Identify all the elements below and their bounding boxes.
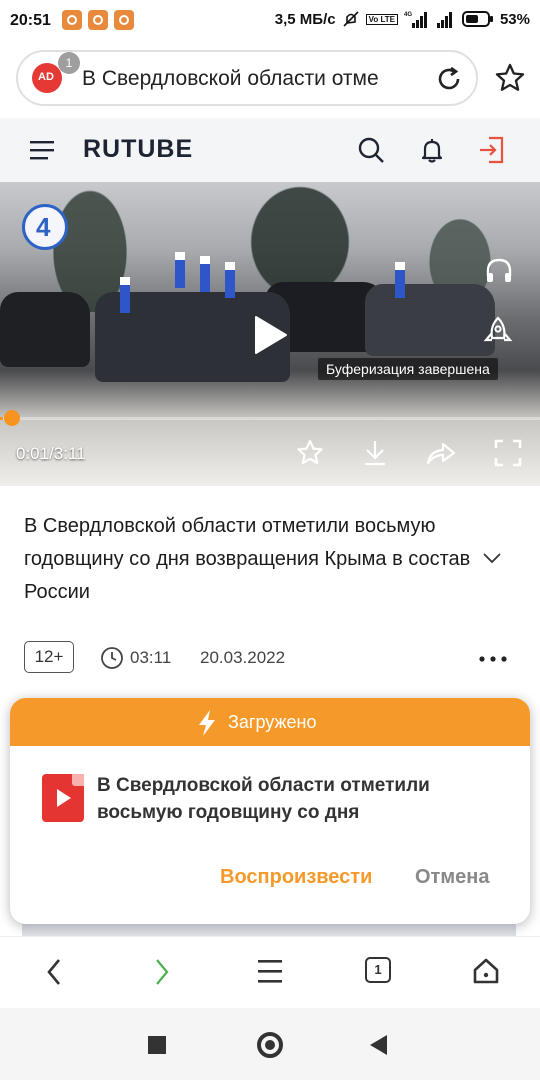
reload-icon[interactable] [434, 64, 464, 94]
clock-icon [101, 647, 123, 669]
browser-bottom-bar: 1 [0, 936, 540, 1009]
play-icon[interactable] [252, 315, 288, 355]
video-frame-flag [120, 277, 130, 313]
play-button[interactable]: Воспроизвести [220, 866, 372, 889]
notifications-bell-icon[interactable] [418, 136, 446, 164]
adblock-icon[interactable] [32, 63, 62, 93]
signal-icon [436, 12, 452, 28]
status-bar: 20:51 3,5 МБ/с Vo LTE 4G 53% [0, 0, 540, 44]
app-notification-icon [114, 10, 134, 30]
progress-bar[interactable] [0, 417, 540, 420]
status-right: 3,5 МБ/с Vo LTE 4G 53% [275, 10, 530, 28]
app-notification-icon [62, 10, 82, 30]
signal-icon: 4G [404, 12, 427, 28]
next-content-preview [22, 924, 516, 936]
video-title: В Свердловской области отметили восьмую … [24, 515, 471, 603]
dialog-title: Загружено [228, 712, 317, 732]
video-frame-flag [395, 262, 405, 298]
forward-arrow-icon[interactable] [153, 957, 171, 987]
download-complete-dialog: Загружено В Свердловской области отметил… [10, 698, 530, 924]
volte-icon: Vo LTE [365, 13, 398, 25]
download-icon[interactable] [362, 439, 388, 467]
video-frame-car [0, 292, 90, 367]
lightning-icon [199, 710, 215, 736]
downloaded-file-name: В Свердловской области отметили восьмую … [97, 775, 430, 823]
rocket-icon[interactable] [482, 316, 514, 346]
tabs-count-button[interactable]: 1 [365, 957, 391, 983]
fullscreen-icon[interactable] [494, 439, 522, 467]
publish-date: 20.03.2022 [200, 648, 286, 667]
network-speed: 3,5 МБ/с [274, 10, 336, 28]
progress-thumb[interactable] [4, 410, 20, 426]
rutube-logo[interactable]: RUTUBE [83, 135, 193, 164]
system-navigation-bar [0, 1008, 540, 1080]
app-notification-icon [88, 10, 108, 30]
notification-icons [62, 10, 134, 30]
home-icon[interactable] [472, 957, 500, 985]
progress-fill [0, 417, 3, 420]
more-options-icon[interactable] [478, 655, 508, 663]
video-frame-flag [175, 252, 185, 288]
recents-icon[interactable] [148, 1036, 166, 1054]
buffering-status: Буферизация завершена [318, 358, 498, 380]
status-time: 20:51 [10, 12, 51, 29]
chevron-down-icon[interactable] [482, 551, 502, 565]
battery-icon [461, 11, 493, 27]
adblock-count-badge: 1 [58, 52, 80, 74]
channel-logo: 4 [22, 204, 68, 250]
rutube-header: RUTUBE [0, 118, 540, 182]
back-arrow-icon[interactable] [45, 957, 63, 987]
menu-icon[interactable] [258, 957, 282, 985]
favorite-star-icon[interactable] [296, 439, 324, 467]
address-bar[interactable]: 1 В Свердловской области отме [16, 50, 478, 106]
video-player[interactable]: 4 Буферизация завершена 0:01/3:11 [0, 182, 540, 486]
playback-time: 0:01/3:11 [16, 444, 86, 463]
home-circle-icon[interactable] [257, 1032, 283, 1058]
battery-level: 53% [499, 10, 530, 28]
video-frame-car [365, 284, 495, 356]
video-meta: 12+ 03:11 20.03.2022 [24, 641, 524, 675]
login-icon[interactable] [477, 135, 505, 165]
video-file-icon [42, 774, 84, 822]
video-frame-flag [200, 256, 210, 292]
bookmark-star-icon[interactable] [494, 62, 526, 94]
headphones-icon[interactable] [485, 258, 513, 284]
video-duration: 03:11 [130, 648, 172, 667]
dialog-header: Загружено [10, 698, 530, 746]
cancel-button[interactable]: Отмена [415, 866, 489, 889]
back-triangle-icon[interactable] [370, 1035, 387, 1055]
share-icon[interactable] [425, 439, 457, 467]
age-rating-badge: 12+ [24, 641, 74, 673]
mute-icon [343, 11, 359, 27]
address-text[interactable]: В Свердловской области отме [82, 67, 427, 91]
svg-text:4G: 4G [404, 12, 412, 18]
search-icon[interactable] [357, 136, 385, 164]
menu-icon[interactable] [30, 139, 54, 161]
video-frame-flag [225, 262, 235, 298]
